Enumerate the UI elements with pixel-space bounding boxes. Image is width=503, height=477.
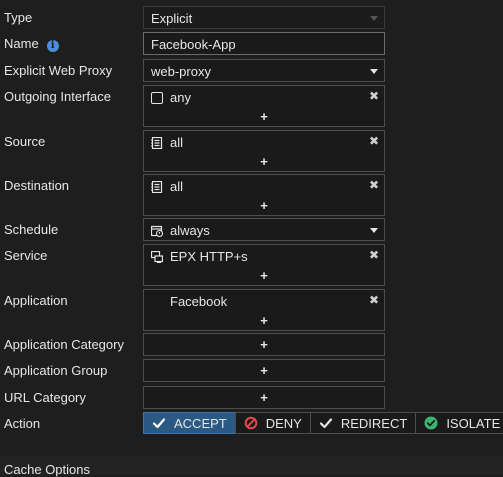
interface-checkbox-icon	[151, 91, 163, 104]
address-book-icon	[151, 136, 163, 149]
action-deny-button[interactable]: DENY	[234, 412, 311, 434]
calendar-clock-icon	[151, 225, 163, 237]
name-label-text: Name	[4, 36, 39, 51]
source-label: Source	[4, 134, 46, 149]
source-entry-label: all	[170, 135, 184, 150]
destination-entry-label: all	[170, 179, 184, 194]
remove-icon[interactable]: ✖	[369, 90, 379, 102]
application-field[interactable]: Facebook ✖ +	[143, 289, 385, 331]
add-icon[interactable]: +	[260, 391, 268, 404]
add-icon[interactable]: +	[260, 199, 268, 212]
add-icon[interactable]: +	[260, 314, 268, 327]
service-entry-label: EPX HTTP+s	[170, 249, 248, 264]
service-monitor-icon	[151, 250, 163, 263]
check-icon	[152, 418, 166, 429]
source-field[interactable]: all ✖ +	[143, 130, 385, 172]
schedule-label: Schedule	[4, 222, 59, 237]
service-label: Service	[4, 248, 48, 263]
name-input[interactable]: Facebook-App	[143, 32, 385, 55]
application-category-label: Application Category	[4, 337, 124, 352]
add-icon[interactable]: +	[260, 269, 268, 282]
type-label: Type	[4, 10, 33, 25]
schedule-entry: always	[151, 223, 210, 238]
url-category-label: URL Category	[4, 390, 86, 405]
explicit-proxy-label: Explicit Web Proxy	[4, 63, 113, 78]
name-label: Name i	[4, 36, 59, 52]
action-toggle-group: ACCEPT DENY REDIRECT ISOLATE	[143, 412, 503, 434]
action-redirect-button[interactable]: REDIRECT	[309, 412, 417, 434]
check-circle-icon	[424, 416, 438, 430]
destination-label: Destination	[4, 178, 70, 193]
application-category-field[interactable]: +	[143, 333, 385, 356]
source-entry[interactable]: all	[151, 135, 183, 150]
action-deny-label: DENY	[265, 415, 302, 431]
facebook-icon	[151, 296, 163, 308]
check-icon	[319, 418, 332, 429]
application-group-field[interactable]: +	[143, 359, 385, 382]
remove-icon[interactable]: ✖	[369, 294, 379, 306]
remove-icon[interactable]: ✖	[369, 249, 379, 261]
action-accept-button[interactable]: ACCEPT	[143, 412, 236, 434]
action-isolate-label: ISOLATE	[446, 415, 501, 431]
type-value: Explicit	[151, 11, 193, 26]
explicit-proxy-select[interactable]: web-proxy	[143, 59, 385, 82]
outgoing-interface-field[interactable]: any ✖ +	[143, 85, 385, 127]
service-field[interactable]: EPX HTTP+s ✖ +	[143, 244, 385, 286]
application-entry[interactable]: Facebook	[151, 294, 227, 309]
action-label: Action	[4, 416, 41, 431]
outgoing-interface-label: Outgoing Interface	[4, 89, 111, 104]
application-entry-label: Facebook	[170, 294, 228, 309]
destination-field[interactable]: all ✖ +	[143, 174, 385, 216]
action-isolate-button[interactable]: ISOLATE	[415, 412, 503, 434]
chevron-down-icon[interactable]	[370, 69, 378, 74]
add-icon[interactable]: +	[260, 364, 268, 377]
explicit-proxy-value: web-proxy	[151, 64, 211, 79]
info-icon[interactable]: i	[46, 40, 59, 52]
name-value: Facebook-App	[151, 37, 236, 52]
outgoing-interface-entry[interactable]: any	[151, 90, 191, 105]
action-redirect-label: REDIRECT	[340, 415, 408, 431]
add-icon[interactable]: +	[260, 110, 268, 123]
remove-icon[interactable]: ✖	[369, 135, 379, 147]
deny-icon	[244, 416, 258, 430]
schedule-value: always	[170, 223, 210, 238]
application-group-label: Application Group	[4, 363, 108, 378]
add-icon[interactable]: +	[260, 155, 268, 168]
outgoing-interface-entry-label: any	[170, 90, 191, 105]
chevron-down-icon[interactable]	[370, 228, 378, 233]
destination-entry[interactable]: all	[151, 179, 183, 194]
service-entry[interactable]: EPX HTTP+s	[151, 249, 248, 264]
add-icon[interactable]: +	[260, 338, 268, 351]
type-select: Explicit	[143, 6, 385, 29]
application-label: Application	[4, 293, 68, 308]
schedule-select[interactable]: always	[143, 218, 385, 241]
action-accept-label: ACCEPT	[174, 415, 227, 431]
url-category-field[interactable]: +	[143, 386, 385, 409]
policy-form: Type Explicit Name i Facebook-App Explici…	[0, 0, 503, 477]
remove-icon[interactable]: ✖	[369, 179, 379, 191]
chevron-down-icon	[370, 16, 378, 21]
address-book-icon	[151, 180, 163, 193]
